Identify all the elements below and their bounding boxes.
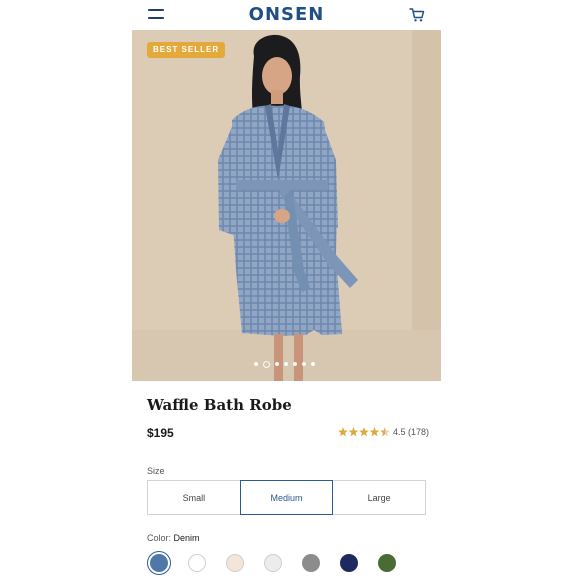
size-option-small[interactable]: Small <box>147 480 241 515</box>
color-swatch[interactable] <box>223 551 247 575</box>
size-selector: Small Medium Large <box>147 480 427 515</box>
color-swatch-fill <box>188 554 206 572</box>
star-icon <box>338 427 348 437</box>
product-image-carousel[interactable]: BEST SELLER <box>132 30 441 381</box>
color-swatch[interactable] <box>375 551 399 575</box>
carousel-pagination <box>254 360 315 368</box>
size-label: Size <box>147 466 165 476</box>
carousel-dot[interactable] <box>311 362 315 366</box>
rating-stars <box>338 427 390 437</box>
color-label: Color: Denim <box>147 533 200 543</box>
selected-color-name: Denim <box>173 533 200 543</box>
color-swatch[interactable] <box>337 551 361 575</box>
color-swatch[interactable] <box>299 551 323 575</box>
carousel-dot[interactable] <box>254 362 258 366</box>
top-nav: ONSEN <box>132 0 441 30</box>
color-swatch-fill <box>378 554 396 572</box>
size-option-medium[interactable]: Medium <box>239 480 334 515</box>
star-icon <box>369 427 380 437</box>
product-rating[interactable]: 4.5 (178) <box>338 427 429 437</box>
color-label-prefix: Color: <box>147 533 172 543</box>
color-swatches <box>147 551 399 575</box>
product-photo <box>132 30 441 381</box>
color-swatch-fill <box>302 554 320 572</box>
best-seller-badge: BEST SELLER <box>147 42 226 58</box>
color-swatch[interactable] <box>147 551 171 575</box>
rating-summary: 4.5 (178) <box>393 427 430 437</box>
brand-logo[interactable]: ONSEN <box>132 4 441 25</box>
shopping-cart-icon[interactable] <box>409 7 425 23</box>
product-title: Waffle Bath Robe <box>147 396 292 414</box>
color-swatch-fill <box>264 554 282 572</box>
carousel-dot[interactable] <box>293 362 297 366</box>
star-icon <box>348 427 359 437</box>
carousel-dot[interactable] <box>263 360 270 368</box>
star-icon <box>359 427 369 437</box>
carousel-dot[interactable] <box>284 362 288 366</box>
carousel-dot[interactable] <box>275 362 279 366</box>
size-option-large[interactable]: Large <box>332 480 427 515</box>
carousel-dot[interactable] <box>302 362 306 366</box>
color-swatch-fill <box>226 554 244 572</box>
color-swatch[interactable] <box>185 551 209 575</box>
color-swatch-fill <box>150 554 168 572</box>
color-swatch-fill <box>340 554 358 572</box>
color-swatch[interactable] <box>261 551 285 575</box>
product-price: $195 <box>147 426 174 440</box>
